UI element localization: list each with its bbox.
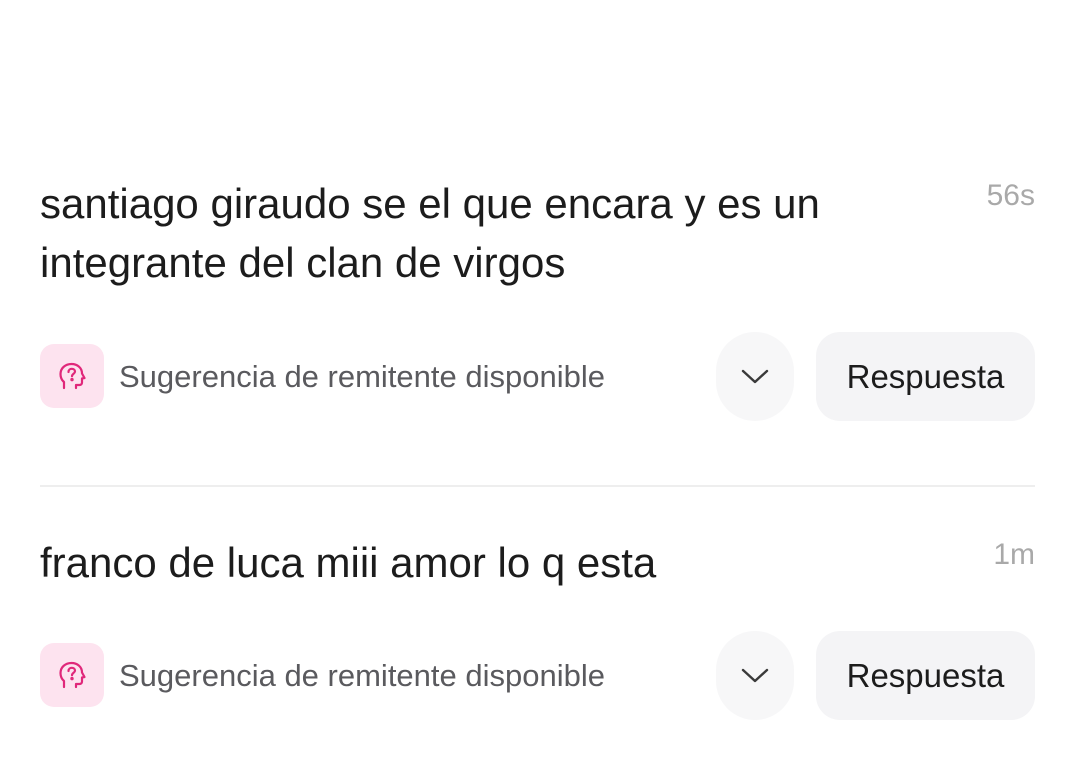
message-text: franco de luca miii amor lo q esta [40, 539, 657, 586]
reply-button[interactable]: Respuesta [816, 631, 1035, 720]
chevron-down-icon [741, 668, 769, 682]
sender-suggestion-label: Sugerencia de remitente disponible [119, 658, 605, 693]
message-timestamp: 1m [993, 538, 1035, 571]
message-text: santiago giraudo se el que encara y es u… [40, 180, 820, 286]
message-timestamp: 56s [986, 179, 1035, 212]
message-actions: Sugerencia de remitente disponible Respu… [40, 331, 1035, 421]
chevron-down-icon [741, 369, 769, 383]
head-question-icon[interactable] [40, 643, 104, 707]
head-question-icon[interactable] [40, 344, 104, 408]
sender-suggestion-label: Sugerencia de remitente disponible [119, 359, 605, 394]
message-actions: Sugerencia de remitente disponible Respu… [40, 630, 1035, 720]
expand-button[interactable] [716, 631, 794, 720]
reply-button[interactable]: Respuesta [816, 332, 1035, 421]
divider [40, 485, 1035, 487]
expand-button[interactable] [716, 332, 794, 421]
